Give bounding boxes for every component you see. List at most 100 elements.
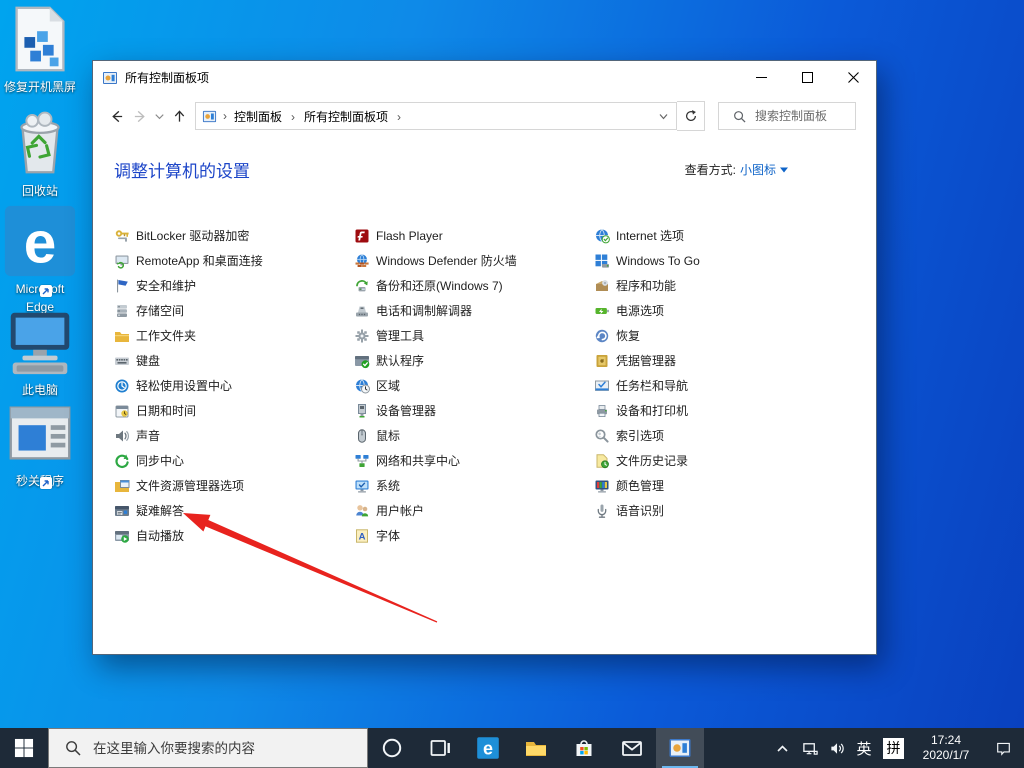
desktop-icon[interactable]: 秒关程序 [1,394,79,490]
control-panel-item[interactable]: 恢复 [594,323,834,348]
desktop-icon-label: 回收站 [21,184,58,198]
control-panel-item[interactable]: 区域 [354,373,594,398]
start-button[interactable] [0,728,48,768]
taskbar-app-button[interactable]: e [464,728,512,768]
control-panel-item[interactable]: 存储空间 [114,298,354,323]
desktop-icon[interactable]: 回收站 [1,104,79,200]
refresh-button[interactable] [677,101,705,131]
control-panel-item[interactable]: 电话和调制解调器 [354,298,594,323]
control-panel-item-label: 任务栏和导航 [616,379,689,393]
search-icon [66,741,81,756]
maximize-button[interactable] [784,61,830,94]
forward-button[interactable] [128,102,152,130]
control-panel-item[interactable]: 程序和功能 [594,273,834,298]
minimize-button[interactable] [738,61,784,94]
taskbar-clock[interactable]: 17:24 2020/1/7 [910,728,982,768]
control-panel-item[interactable]: 用户帐户 [354,498,594,523]
control-panel-item[interactable]: 声音 [114,423,354,448]
credential-manager-icon [594,353,610,369]
control-panel-item[interactable]: 轻松使用设置中心 [114,373,354,398]
taskbar-app-button[interactable] [656,728,704,768]
ease-of-access-icon [114,378,130,394]
control-panel-item[interactable]: 疑难解答 [114,498,354,523]
control-panel-item[interactable]: Windows To Go [594,248,834,273]
control-panel-item[interactable]: 凭据管理器 [594,348,834,373]
control-panel-item[interactable]: 自动播放 [114,523,354,548]
volume-icon[interactable] [824,728,851,768]
control-panel-item[interactable]: Flash Player [354,223,594,248]
clock-date: 2020/1/7 [922,748,970,762]
control-panel-item[interactable]: 管理工具 [354,323,594,348]
taskbar-app-button[interactable] [368,728,416,768]
control-panel-item[interactable]: 文件资源管理器选项 [114,473,354,498]
control-panel-item[interactable]: 设备和打印机 [594,398,834,423]
search-input[interactable] [753,108,849,124]
control-panel-item[interactable]: 颜色管理 [594,473,834,498]
sound-icon [114,428,130,444]
control-panel-item-label: 管理工具 [376,329,425,343]
taskbar-app-button[interactable] [416,728,464,768]
ime-language-indicator[interactable]: 英 [851,728,877,768]
desktop-icon[interactable]: 修复开机黑屏 [1,0,79,96]
control-panel-item[interactable]: 工作文件夹 [114,323,354,348]
control-panel-item-label: RemoteApp 和桌面连接 [136,254,263,268]
control-panel-item[interactable]: Internet 选项 [594,223,834,248]
control-panel-item[interactable]: 设备管理器 [354,398,594,423]
taskbar: e 英 拼 17:24 2020/1/7 [0,728,1024,768]
taskbar-search-input[interactable] [91,739,359,757]
ime-pinyin-badge[interactable]: 拼 [883,737,904,759]
control-panel-item-label: 自动播放 [136,529,185,543]
taskbar-search[interactable] [48,728,368,768]
control-panel-item[interactable]: BitLocker 驱动器加密 [114,223,354,248]
control-panel-item[interactable]: A 字体 [354,523,594,548]
control-panel-item[interactable]: 同步中心 [114,448,354,473]
control-panel-item[interactable]: 网络和共享中心 [354,448,594,473]
control-panel-item[interactable]: 任务栏和导航 [594,373,834,398]
svg-text:A: A [359,531,366,542]
app-window-icon [1,394,79,489]
up-button[interactable] [167,102,191,130]
system-icon [354,478,370,494]
tray-chevron-up-icon[interactable] [767,728,797,768]
view-by-value[interactable]: 小图标 [740,161,776,178]
search-icon [734,110,746,123]
desktop-icon[interactable]: e Microsoft Edge [1,202,79,316]
flash-player-icon [354,228,370,244]
control-panel-item[interactable]: 索引选项 [594,423,834,448]
desktop-icon-list: 回收站 e Microsoft Edge 此电脑 秒关程序 修复开机黑屏 [0,0,80,700]
desktop-icon[interactable]: 此电脑 [1,303,79,399]
control-panel-item[interactable]: 安全和维护 [114,273,354,298]
control-panel-item[interactable]: 电源选项 [594,298,834,323]
action-center-icon[interactable] [982,728,1024,768]
breadcrumb-item[interactable]: 控制面板 [232,108,302,125]
address-dropdown-icon[interactable] [650,112,676,121]
taskbar-app-button[interactable] [512,728,560,768]
control-panel-item[interactable]: Windows Defender 防火墙 [354,248,594,273]
close-button[interactable] [830,61,876,94]
control-panel-item[interactable]: 系统 [354,473,594,498]
control-panel-item-label: BitLocker 驱动器加密 [136,229,250,243]
breadcrumb-item[interactable]: 所有控制面板项 [302,108,408,125]
view-by-label: 查看方式: [684,163,736,177]
taskbar-app-button[interactable] [560,728,608,768]
control-panel-item-label: 系统 [376,479,401,493]
control-panel-item[interactable]: 备份和还原(Windows 7) [354,273,594,298]
control-panel-item[interactable]: 键盘 [114,348,354,373]
registry-file-icon [1,0,79,78]
back-button[interactable] [104,102,128,130]
control-panel-item[interactable]: 默认程序 [354,348,594,373]
recent-pages-dropdown[interactable] [152,102,167,130]
network-tray-icon[interactable] [797,728,824,768]
control-panel-item-label: 区域 [376,379,401,393]
control-panel-item[interactable]: 文件历史记录 [594,448,834,473]
control-panel-item[interactable]: RemoteApp 和桌面连接 [114,248,354,273]
shortcut-arrow-icon [40,285,52,297]
control-panel-search[interactable] [718,102,856,130]
taskbar-app-button[interactable] [608,728,656,768]
region-icon [354,378,370,394]
troubleshooting-icon [114,503,130,519]
address-bar[interactable]: › 控制面板所有控制面板项 [195,102,677,130]
control-panel-item[interactable]: 鼠标 [354,423,594,448]
control-panel-item[interactable]: 语音识别 [594,498,834,523]
control-panel-item[interactable]: 日期和时间 [114,398,354,423]
